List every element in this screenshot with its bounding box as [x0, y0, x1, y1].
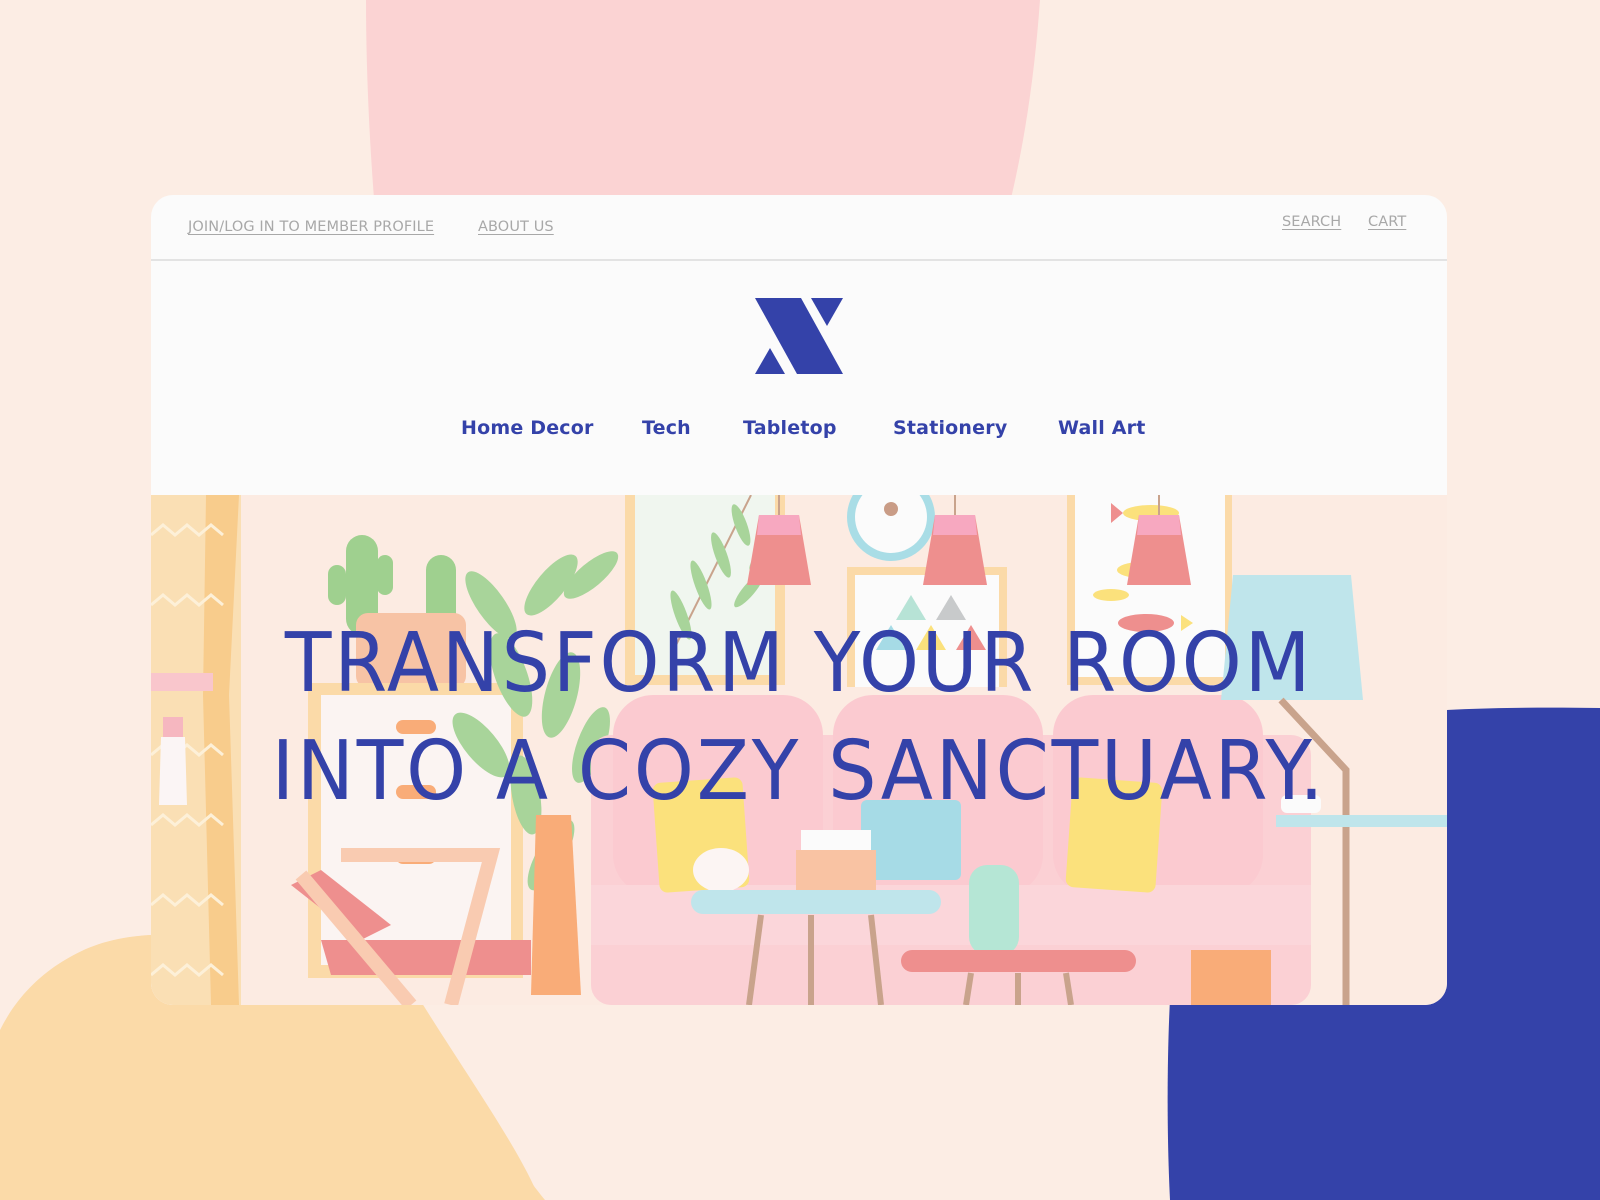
join-login-link[interactable]: JOIN/LOG IN TO MEMBER PROFILE [188, 219, 434, 235]
wall-clock [847, 495, 935, 561]
about-us-link[interactable]: ABOUT US [478, 219, 554, 235]
hero-headline-line-2: INTO A COZY SANCTUARY. [271, 724, 1327, 819]
vase [531, 815, 581, 995]
top-utility-bar: JOIN/LOG IN TO MEMBER PROFILE ABOUT US S… [151, 195, 1447, 261]
nav-home-decor[interactable]: Home Decor [461, 417, 594, 439]
nav-tech[interactable]: Tech [642, 417, 691, 439]
hero-banner: TRANSFORM YOUR ROOM INTO A COZY SANCTUAR… [151, 495, 1447, 1005]
website-card: JOIN/LOG IN TO MEMBER PROFILE ABOUT US S… [151, 195, 1447, 1005]
nav-stationery[interactable]: Stationery [893, 417, 1007, 439]
search-link[interactable]: SEARCH [1282, 214, 1341, 230]
main-nav: Home Decor Tech Tabletop Stationery Wall… [151, 417, 1447, 447]
hero-headline-line-1: TRANSFORM YOUR ROOM [284, 616, 1314, 711]
x-logo-icon[interactable] [753, 296, 843, 376]
nav-wall-art[interactable]: Wall Art [1058, 417, 1146, 439]
nav-tabletop[interactable]: Tabletop [743, 417, 837, 439]
cart-link[interactable]: CART [1368, 214, 1406, 230]
